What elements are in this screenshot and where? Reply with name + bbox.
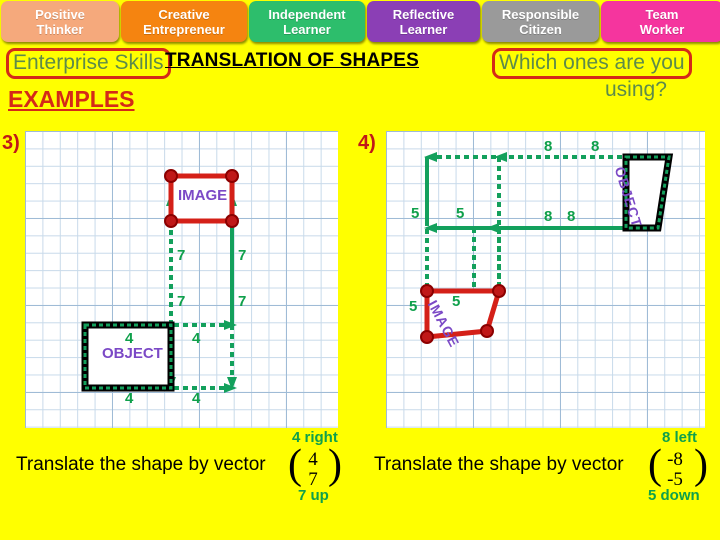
tab-label-line1: Positive [35, 6, 85, 22]
vector-y-words-4: 5 down [648, 487, 700, 504]
diagram-3-drawing [81, 169, 239, 393]
dim-7-lower-left: 7 [177, 293, 186, 310]
vector-x-words-4: 8 left [662, 429, 698, 446]
tab-label-line2: Citizen [519, 21, 562, 37]
which-ones-line2: using? [605, 78, 667, 101]
dim-8-top-right: 8 [591, 138, 600, 155]
dim-7-upper-left: 7 [177, 247, 186, 264]
vector-paren-close-3: ) [328, 442, 342, 488]
vector-paren-close-4: ) [694, 442, 708, 488]
tab-label-line1: Team [645, 6, 679, 22]
tab-creative-entrepreneur[interactable]: Creative Entrepreneur [121, 1, 247, 42]
image-vertex-4 [480, 324, 494, 338]
vector-x-value-4: -8 [667, 449, 683, 470]
tab-label-line1: Responsible [501, 6, 580, 22]
diagram-4-grid: OBJECT IMAGE 8 8 8 8 5 5 5 5 [386, 131, 705, 428]
header-row: Enterprise Skills TRANSLATION OF SHAPES … [0, 42, 720, 128]
which-ones-box: Which ones are you [492, 48, 692, 79]
dim-7-lower-right: 7 [238, 293, 247, 310]
vector-sentence-4: Translate the shape by vector [374, 454, 624, 475]
tab-label-line1: Creative [158, 6, 210, 22]
tab-label-line2: Worker [639, 21, 685, 37]
dim-4-top-right: 4 [192, 330, 201, 347]
tab-team-worker[interactable]: Team Worker [601, 1, 720, 42]
dim-7-upper-right: 7 [238, 247, 247, 264]
tab-label-line2: Entrepreneur [143, 21, 225, 37]
question-number-4: 4) [358, 132, 376, 154]
image-vertex-3 [225, 169, 239, 183]
skills-tab-bar: Positive Thinker Creative Entrepreneur I… [0, 0, 720, 42]
dim-5-lower-left: 5 [409, 298, 418, 315]
image-vertex-3 [164, 214, 178, 228]
dim-5-left: 5 [411, 205, 420, 222]
vector-sentence-block-3: 4 right Translate the shape by vector ( … [0, 430, 360, 540]
vector-y-words-3: 7 up [298, 487, 329, 504]
dim-5-right: 5 [456, 205, 465, 222]
tab-responsible-citizen[interactable]: Responsible Citizen [482, 1, 599, 42]
tab-reflective-learner[interactable]: Reflective Learner [367, 1, 480, 42]
tab-label-line2: Learner [283, 21, 331, 37]
dim-4-bottom-right: 4 [192, 390, 201, 407]
object-label-3: OBJECT [102, 345, 163, 362]
question-number-3: 3) [2, 132, 20, 154]
image-label-3: IMAGE [178, 187, 228, 204]
image-vertex-4 [492, 284, 506, 298]
dim-8-mid-right: 8 [567, 208, 576, 225]
dim-5-lower-right: 5 [452, 293, 461, 310]
tab-independent-learner[interactable]: Independent Learner [249, 1, 365, 42]
page-title: TRANSLATION OF SHAPES [165, 50, 420, 71]
image-vertex-4 [420, 284, 434, 298]
vector-sentence-3: Translate the shape by vector [16, 454, 266, 475]
vector-sentence-block-4: 8 left Translate the shape by vector ( )… [360, 430, 720, 540]
diagram-4-drawing [420, 152, 674, 344]
tab-label-line2: Thinker [36, 21, 84, 37]
tab-label-line1: Reflective [392, 6, 455, 22]
examples-heading: EXAMPLES [8, 86, 135, 112]
diagram-3-grid: OBJECT IMAGE 7 7 7 7 4 4 4 4 [25, 131, 338, 428]
dim-4-bottom-left: 4 [125, 390, 134, 407]
tab-label-line2: Learner [399, 21, 448, 37]
enterprise-skills-box: Enterprise Skills [6, 48, 171, 79]
dim-4-top-left: 4 [125, 330, 134, 347]
image-vertex-3 [164, 169, 178, 183]
image-vertex-4 [420, 330, 434, 344]
tab-label-line1: Independent [268, 6, 346, 22]
image-vertex-3 [225, 214, 239, 228]
tab-positive-thinker[interactable]: Positive Thinker [1, 1, 119, 42]
dim-8-top-left: 8 [544, 138, 553, 155]
vector-x-value-3: 4 [308, 449, 318, 470]
dim-8-mid-left: 8 [544, 208, 553, 225]
